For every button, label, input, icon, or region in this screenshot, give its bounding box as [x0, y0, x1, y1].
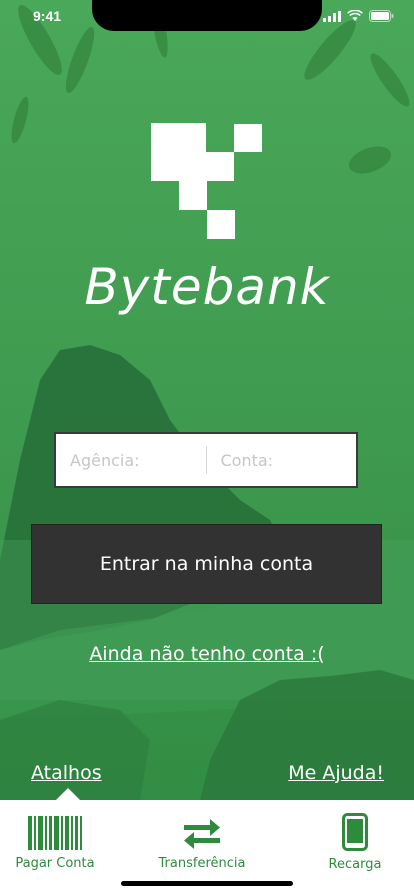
status-icons [323, 10, 394, 22]
conta-field-wrapper [207, 434, 356, 486]
tray-pointer [56, 788, 80, 800]
signup-link[interactable]: Ainda não tenho conta :( [0, 643, 414, 665]
login-form [54, 432, 358, 488]
login-button[interactable]: Entrar na minha conta [31, 524, 382, 604]
shortcut-top-up[interactable]: Recarga [300, 813, 410, 872]
agencia-field-wrapper [56, 434, 206, 486]
shortcut-transfer[interactable]: Transferência [147, 816, 257, 871]
barcode-icon [28, 816, 82, 850]
wifi-icon [347, 10, 363, 21]
shortcut-label: Pagar Conta [15, 856, 95, 871]
brand-name: Bytebank [84, 258, 330, 316]
shortcut-label: Recarga [328, 857, 382, 872]
device-notch [92, 0, 322, 31]
shortcut-label: Transferência [158, 856, 246, 871]
home-indicator[interactable] [121, 881, 293, 886]
shortcut-pay-bill[interactable]: Pagar Conta [0, 816, 110, 871]
cellular-signal-icon [323, 10, 341, 22]
agencia-input[interactable] [68, 449, 206, 471]
shortcuts-link[interactable]: Atalhos [31, 762, 102, 784]
status-bar: 9:41 [0, 0, 414, 44]
battery-icon [369, 10, 394, 22]
bytebank-logo [151, 123, 262, 239]
transfer-arrows-icon [184, 819, 220, 849]
status-time: 9:41 [33, 8, 62, 24]
conta-input[interactable] [218, 449, 356, 471]
smartphone-icon [342, 813, 368, 851]
help-link[interactable]: Me Ajuda! [288, 762, 384, 784]
